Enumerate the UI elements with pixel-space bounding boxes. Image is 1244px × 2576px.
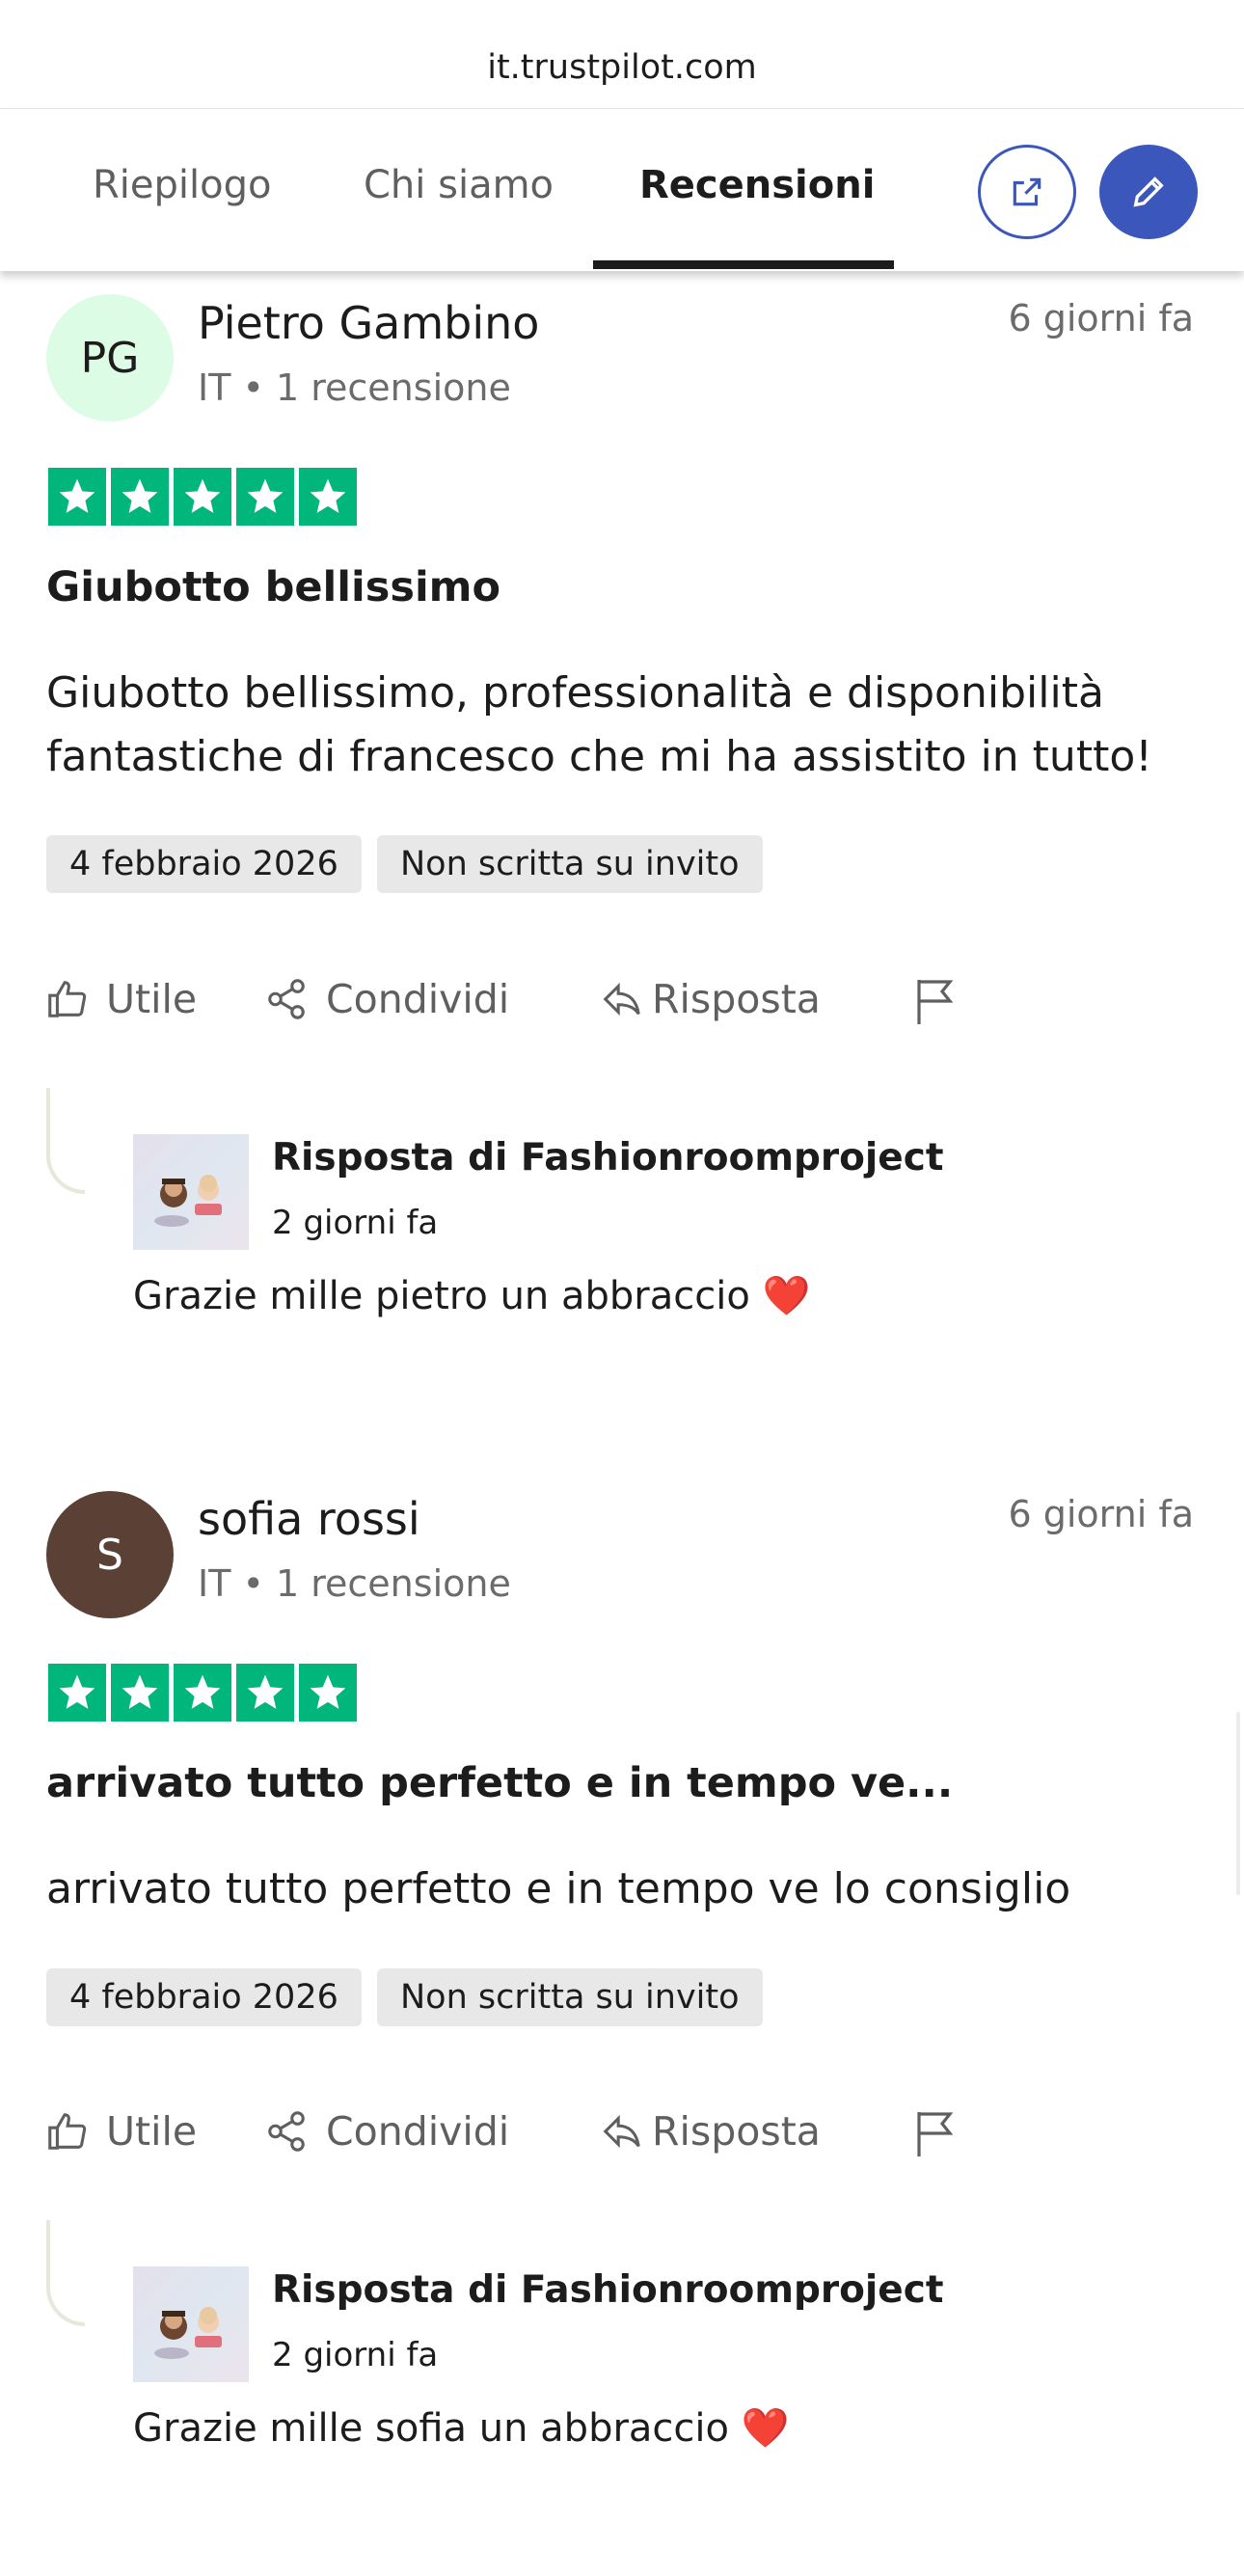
- reply-time: 2 giorni fa: [272, 1204, 439, 1242]
- section-tabs: Riepilogo Chi siamo Recensioni: [0, 109, 1244, 271]
- useful-button[interactable]: Utile: [44, 976, 197, 1022]
- review-text: Giubotto bellissimo, professionalità e d…: [46, 668, 1152, 781]
- reply-button[interactable]: Risposta: [600, 976, 821, 1022]
- reviewer-name[interactable]: Pietro Gambino: [198, 297, 539, 349]
- reply-time: 2 giorni fa: [272, 2336, 439, 2374]
- report-flag-icon[interactable]: [911, 976, 958, 1026]
- tab-riepilogo[interactable]: Riepilogo: [93, 163, 271, 207]
- reviewer-meta: IT • 1 recensione: [198, 366, 511, 409]
- experience-date-badge: 4 febbraio 2026: [46, 1968, 362, 2026]
- star-icon: [236, 468, 294, 526]
- share-label: Condividi: [326, 976, 510, 1022]
- avatar[interactable]: PG: [46, 294, 174, 421]
- scrollbar[interactable]: [1236, 1712, 1240, 1895]
- reply-connector: [46, 2220, 85, 2326]
- share-icon: [268, 979, 305, 1019]
- company-logo: [133, 1134, 249, 1250]
- star-icon: [299, 1664, 357, 1722]
- star-icon: [174, 1664, 231, 1722]
- useful-button[interactable]: Utile: [44, 2108, 197, 2155]
- useful-label: Utile: [106, 976, 198, 1022]
- url-text: it.trustpilot.com: [487, 48, 757, 87]
- star-icon: [236, 1664, 294, 1722]
- active-tab-indicator: [593, 260, 894, 269]
- review-date: 6 giorni fa: [1008, 1493, 1194, 1535]
- reply-author: Risposta di Fashionroomproject: [272, 2268, 944, 2312]
- star-icon: [111, 1664, 169, 1722]
- star-icon: [299, 468, 357, 526]
- reviewer-meta: IT • 1 recensione: [198, 1562, 511, 1605]
- pencil-icon: [1133, 176, 1164, 207]
- useful-label: Utile: [106, 2108, 198, 2155]
- reply-text: Grazie mille pietro un abbraccio ❤️: [133, 1274, 811, 1318]
- reply-label: Risposta: [652, 976, 821, 1022]
- reply-button[interactable]: Risposta: [600, 2108, 821, 2155]
- reply-icon: [603, 2114, 640, 2149]
- thumbs-up-icon: [48, 2113, 87, 2150]
- reply-text: Grazie mille sofia un abbraccio ❤️: [133, 2406, 790, 2451]
- share-icon: [268, 2111, 305, 2152]
- reply-connector: [46, 1088, 85, 1194]
- invite-status-badge: Non scritta su invito: [377, 835, 763, 893]
- report-flag-icon[interactable]: [911, 2108, 958, 2158]
- reply-label: Risposta: [652, 2108, 821, 2155]
- experience-date-badge: 4 febbraio 2026: [46, 835, 362, 893]
- thumbs-up-icon: [48, 981, 87, 1017]
- review-title[interactable]: arrivato tutto perfetto e in tempo ve...: [46, 1759, 953, 1807]
- tab-recensioni[interactable]: Recensioni: [639, 163, 875, 207]
- invite-status-badge: Non scritta su invito: [377, 1968, 763, 2026]
- write-review-button[interactable]: [1099, 145, 1198, 239]
- visit-website-button[interactable]: [978, 145, 1076, 239]
- star-icon: [48, 1664, 106, 1722]
- reviewer-name[interactable]: sofia rossi: [198, 1493, 420, 1545]
- star-rating: [48, 1664, 357, 1722]
- company-logo: [133, 2266, 249, 2382]
- review-text: arrivato tutto perfetto e in tempo ve lo…: [46, 1864, 1071, 1913]
- share-button[interactable]: Condividi: [264, 976, 509, 1022]
- tab-chi-siamo[interactable]: Chi siamo: [364, 163, 554, 207]
- share-label: Condividi: [326, 2108, 510, 2155]
- browser-url-bar[interactable]: it.trustpilot.com: [0, 0, 1244, 109]
- star-icon: [111, 468, 169, 526]
- star-icon: [48, 468, 106, 526]
- reply-author: Risposta di Fashionroomproject: [272, 1136, 944, 1180]
- reply-icon: [603, 982, 640, 1017]
- avatar[interactable]: S: [46, 1491, 174, 1618]
- share-button[interactable]: Condividi: [264, 2108, 509, 2155]
- star-icon: [174, 468, 231, 526]
- star-rating: [48, 468, 357, 526]
- review-date: 6 giorni fa: [1008, 297, 1194, 339]
- review-title[interactable]: Giubotto bellissimo: [46, 563, 500, 611]
- external-link-icon: [1013, 177, 1041, 206]
